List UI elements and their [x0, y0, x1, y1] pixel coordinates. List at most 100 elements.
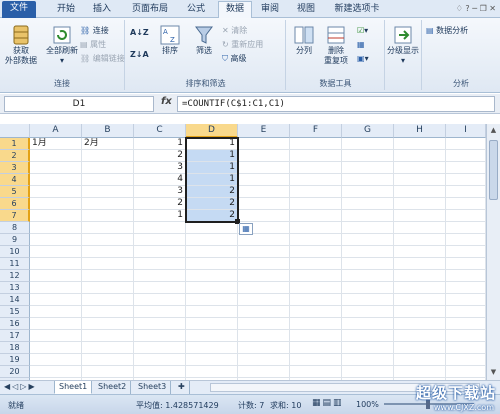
cell-i11[interactable] [446, 258, 486, 270]
edit-links-button[interactable]: ⛓ 编辑链接 [80, 54, 125, 64]
tab-new-tab[interactable]: 新建选项卡 [330, 2, 384, 18]
tab-home[interactable]: 开始 [52, 2, 80, 18]
cell-a11[interactable] [30, 258, 82, 270]
cell-f9[interactable] [290, 234, 342, 246]
cell-f4[interactable] [290, 174, 342, 186]
row-header-16[interactable]: 16 [0, 318, 30, 330]
cell-e13[interactable] [238, 282, 290, 294]
cell-a18[interactable] [30, 342, 82, 354]
sort-az-button[interactable]: A↓Z [130, 28, 149, 38]
cell-f15[interactable] [290, 306, 342, 318]
cell-d8[interactable] [186, 222, 238, 234]
filter-button[interactable]: 筛选 [190, 24, 218, 56]
cell-e3[interactable] [238, 162, 290, 174]
cell-a10[interactable] [30, 246, 82, 258]
cell-i20[interactable] [446, 366, 486, 378]
row-header-10[interactable]: 10 [0, 246, 30, 258]
cell-c12[interactable] [134, 270, 186, 282]
row-header-12[interactable]: 12 [0, 270, 30, 282]
text-to-columns-button[interactable]: 分列 [291, 24, 317, 56]
scroll-down-icon[interactable]: ▼ [489, 368, 498, 378]
cell-b18[interactable] [82, 342, 134, 354]
cell-d9[interactable] [186, 234, 238, 246]
column-header-e[interactable]: E [238, 124, 290, 138]
cell-g13[interactable] [342, 282, 394, 294]
cell-i18[interactable] [446, 342, 486, 354]
cell-h1[interactable] [394, 138, 446, 150]
cell-a3[interactable] [30, 162, 82, 174]
cell-f17[interactable] [290, 330, 342, 342]
cell-i3[interactable] [446, 162, 486, 174]
cell-b6[interactable] [82, 198, 134, 210]
cell-b3[interactable] [82, 162, 134, 174]
tab-review[interactable]: 审阅 [256, 2, 284, 18]
cell-i2[interactable] [446, 150, 486, 162]
row-header-15[interactable]: 15 [0, 306, 30, 318]
cell-e4[interactable] [238, 174, 290, 186]
cell-d7[interactable]: 2 [186, 210, 238, 222]
cell-b12[interactable] [82, 270, 134, 282]
cell-h20[interactable] [394, 366, 446, 378]
cell-g18[interactable] [342, 342, 394, 354]
cell-c1[interactable]: 1 [134, 138, 186, 150]
sheet-tab-sheet2[interactable]: Sheet2 [94, 381, 132, 394]
row-header-17[interactable]: 17 [0, 330, 30, 342]
cell-h8[interactable] [394, 222, 446, 234]
cell-i15[interactable] [446, 306, 486, 318]
row-header-19[interactable]: 19 [0, 354, 30, 366]
cell-f10[interactable] [290, 246, 342, 258]
sheet-nav-arrows-icon[interactable]: ◀◁▷▶ [4, 382, 37, 391]
scroll-thumb[interactable] [489, 140, 498, 200]
cell-e1[interactable] [238, 138, 290, 150]
cell-a20[interactable] [30, 366, 82, 378]
cell-b7[interactable] [82, 210, 134, 222]
formula-input[interactable]: =COUNTIF(C$1:C1,C1) [177, 96, 495, 112]
zoom-level[interactable]: 100% [356, 400, 379, 409]
column-header-a[interactable]: A [30, 124, 82, 138]
cell-b9[interactable] [82, 234, 134, 246]
cell-e6[interactable] [238, 198, 290, 210]
cell-i13[interactable] [446, 282, 486, 294]
tab-file[interactable]: 文件 [2, 1, 36, 18]
cell-a12[interactable] [30, 270, 82, 282]
cell-f7[interactable] [290, 210, 342, 222]
cell-c17[interactable] [134, 330, 186, 342]
row-header-11[interactable]: 11 [0, 258, 30, 270]
get-external-data-button[interactable]: 获取 外部数据 [2, 24, 40, 66]
cell-a13[interactable] [30, 282, 82, 294]
cell-f14[interactable] [290, 294, 342, 306]
remove-duplicates-button[interactable]: 删除 重复项 [321, 24, 351, 66]
cell-c20[interactable] [134, 366, 186, 378]
cell-c15[interactable] [134, 306, 186, 318]
cell-d3[interactable]: 1 [186, 162, 238, 174]
cell-c18[interactable] [134, 342, 186, 354]
cell-b10[interactable] [82, 246, 134, 258]
insert-sheet-icon[interactable]: ✚ [174, 381, 190, 394]
properties-button[interactable]: ▤ 属性 [80, 40, 106, 50]
cell-i17[interactable] [446, 330, 486, 342]
cell-d2[interactable]: 1 [186, 150, 238, 162]
cell-a6[interactable] [30, 198, 82, 210]
cell-d12[interactable] [186, 270, 238, 282]
auto-fill-options-icon[interactable]: ▦ [239, 223, 253, 235]
tab-formulas[interactable]: 公式 [182, 2, 210, 18]
cell-e12[interactable] [238, 270, 290, 282]
sort-za-button[interactable]: Z↓A [130, 50, 149, 60]
cell-d6[interactable]: 2 [186, 198, 238, 210]
row-header-5[interactable]: 5 [0, 186, 30, 198]
cell-i4[interactable] [446, 174, 486, 186]
sheet-tab-sheet3[interactable]: Sheet3 [134, 381, 172, 394]
cell-c5[interactable]: 3 [134, 186, 186, 198]
cell-h2[interactable] [394, 150, 446, 162]
cell-e20[interactable] [238, 366, 290, 378]
cell-f12[interactable] [290, 270, 342, 282]
cell-g1[interactable] [342, 138, 394, 150]
tab-insert[interactable]: 插入 [88, 2, 116, 18]
cell-a17[interactable] [30, 330, 82, 342]
cell-g6[interactable] [342, 198, 394, 210]
zoom-slider-thumb[interactable] [426, 399, 430, 409]
cell-e9[interactable] [238, 234, 290, 246]
cell-a19[interactable] [30, 354, 82, 366]
cell-h13[interactable] [394, 282, 446, 294]
cell-g9[interactable] [342, 234, 394, 246]
